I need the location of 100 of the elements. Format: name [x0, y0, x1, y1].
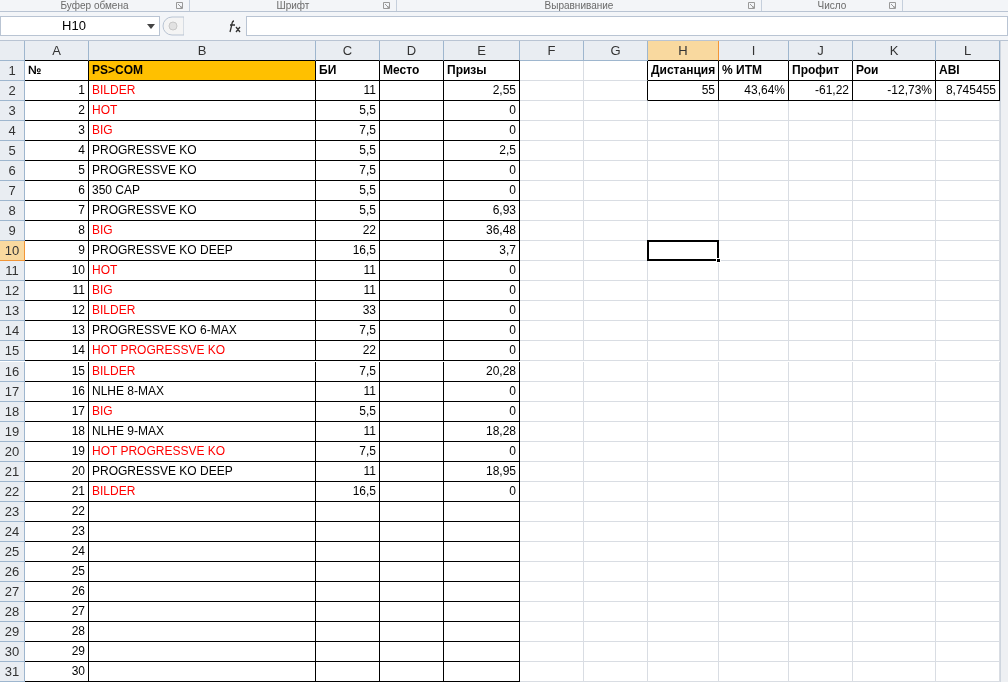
- dialog-launcher-icon[interactable]: [889, 2, 896, 9]
- table-cell: 18,28: [444, 421, 520, 442]
- name-box[interactable]: H10: [0, 16, 160, 36]
- header-cell: Профит: [789, 61, 853, 82]
- scrollbar[interactable]: [1000, 41, 1008, 682]
- empty-cell: [719, 641, 789, 662]
- row-header[interactable]: 16: [0, 361, 25, 382]
- row-header[interactable]: 27: [0, 581, 25, 602]
- row-header[interactable]: 4: [0, 121, 25, 142]
- empty-cell: [719, 141, 789, 162]
- empty-cell: [648, 401, 719, 422]
- row-header[interactable]: 19: [0, 421, 25, 442]
- empty-cell: [380, 161, 444, 182]
- dialog-launcher-icon[interactable]: [176, 2, 183, 9]
- row-header[interactable]: 6: [0, 161, 25, 182]
- table-cell: 20,28: [444, 361, 520, 382]
- empty-cell: [719, 621, 789, 642]
- row-header[interactable]: 13: [0, 301, 25, 322]
- table-cell: 22: [25, 501, 89, 522]
- row-header[interactable]: 29: [0, 621, 25, 642]
- row-header[interactable]: 23: [0, 501, 25, 522]
- table-cell: 12: [25, 301, 89, 322]
- row-header[interactable]: 5: [0, 141, 25, 162]
- empty-cell: [380, 441, 444, 462]
- table-cell: 0: [444, 381, 520, 402]
- empty-cell: [648, 201, 719, 222]
- table-cell: 2: [25, 101, 89, 122]
- row-header[interactable]: 22: [0, 481, 25, 502]
- empty-cell: [380, 641, 444, 662]
- column-header[interactable]: E: [444, 41, 520, 61]
- empty-cell: [584, 361, 648, 382]
- row-header[interactable]: 3: [0, 101, 25, 122]
- empty-cell: [719, 321, 789, 342]
- empty-cell: [719, 541, 789, 562]
- empty-cell: [648, 341, 719, 362]
- empty-cell: [789, 301, 853, 322]
- empty-cell: [789, 181, 853, 202]
- row-header[interactable]: 11: [0, 261, 25, 282]
- row-header[interactable]: 30: [0, 641, 25, 662]
- empty-cell: [584, 301, 648, 322]
- table-cell: 0: [444, 121, 520, 142]
- table-cell: 30: [25, 661, 89, 682]
- row-header[interactable]: 20: [0, 441, 25, 462]
- table-cell: BILDER: [89, 361, 316, 382]
- column-header[interactable]: K: [853, 41, 936, 61]
- row-header[interactable]: 12: [0, 281, 25, 302]
- table-cell: 6: [25, 181, 89, 202]
- empty-cell: [520, 161, 584, 182]
- column-header[interactable]: I: [719, 41, 789, 61]
- empty-cell: [380, 121, 444, 142]
- formula-field[interactable]: [246, 16, 1008, 36]
- empty-cell: [380, 461, 444, 482]
- dialog-launcher-icon[interactable]: [748, 2, 755, 9]
- empty-cell: [584, 421, 648, 442]
- row-header[interactable]: 1: [0, 61, 25, 82]
- column-header[interactable]: G: [584, 41, 648, 61]
- header-cell: Призы: [444, 61, 520, 82]
- column-header[interactable]: J: [789, 41, 853, 61]
- empty-cell: [584, 401, 648, 422]
- empty-cell: [584, 521, 648, 542]
- row-header[interactable]: 7: [0, 181, 25, 202]
- column-header[interactable]: F: [520, 41, 584, 61]
- table-cell: 5,5: [316, 141, 380, 162]
- column-header[interactable]: B: [89, 41, 316, 61]
- row-header[interactable]: 10: [0, 241, 25, 262]
- row-header[interactable]: 25: [0, 541, 25, 562]
- column-header[interactable]: D: [380, 41, 444, 61]
- row-header[interactable]: 15: [0, 341, 25, 362]
- dialog-launcher-icon[interactable]: [383, 2, 390, 9]
- column-header[interactable]: H: [648, 41, 719, 61]
- row-header[interactable]: 14: [0, 321, 25, 342]
- header-cell: PS>COM: [89, 61, 316, 82]
- row-header[interactable]: 24: [0, 521, 25, 542]
- row-header[interactable]: 26: [0, 561, 25, 582]
- resize-handle-icon[interactable]: [162, 16, 184, 36]
- function-icon[interactable]: [228, 19, 242, 33]
- row-header[interactable]: 18: [0, 401, 25, 422]
- row-header[interactable]: 8: [0, 201, 25, 222]
- empty-cell: [584, 381, 648, 402]
- column-header[interactable]: A: [25, 41, 89, 61]
- column-header[interactable]: C: [316, 41, 380, 61]
- empty-cell: [380, 341, 444, 362]
- select-all-corner[interactable]: [0, 41, 25, 61]
- table-cell: 21: [25, 481, 89, 502]
- empty-cell: [789, 121, 853, 142]
- row-header[interactable]: 21: [0, 461, 25, 482]
- empty-cell: [648, 461, 719, 482]
- dropdown-caret-icon[interactable]: [147, 23, 155, 29]
- header-cell: Место: [380, 61, 444, 82]
- column-header[interactable]: L: [936, 41, 1000, 61]
- row-header[interactable]: 31: [0, 661, 25, 682]
- table-cell: HOT: [89, 101, 316, 122]
- row-header[interactable]: 2: [0, 81, 25, 102]
- empty-cell: [520, 441, 584, 462]
- row-header[interactable]: 17: [0, 381, 25, 402]
- fill-handle[interactable]: [716, 258, 721, 263]
- row-header[interactable]: 28: [0, 601, 25, 622]
- table-cell: HOT PROGRESSVE KO: [89, 341, 316, 362]
- empty-cell: [719, 101, 789, 122]
- row-header[interactable]: 9: [0, 221, 25, 242]
